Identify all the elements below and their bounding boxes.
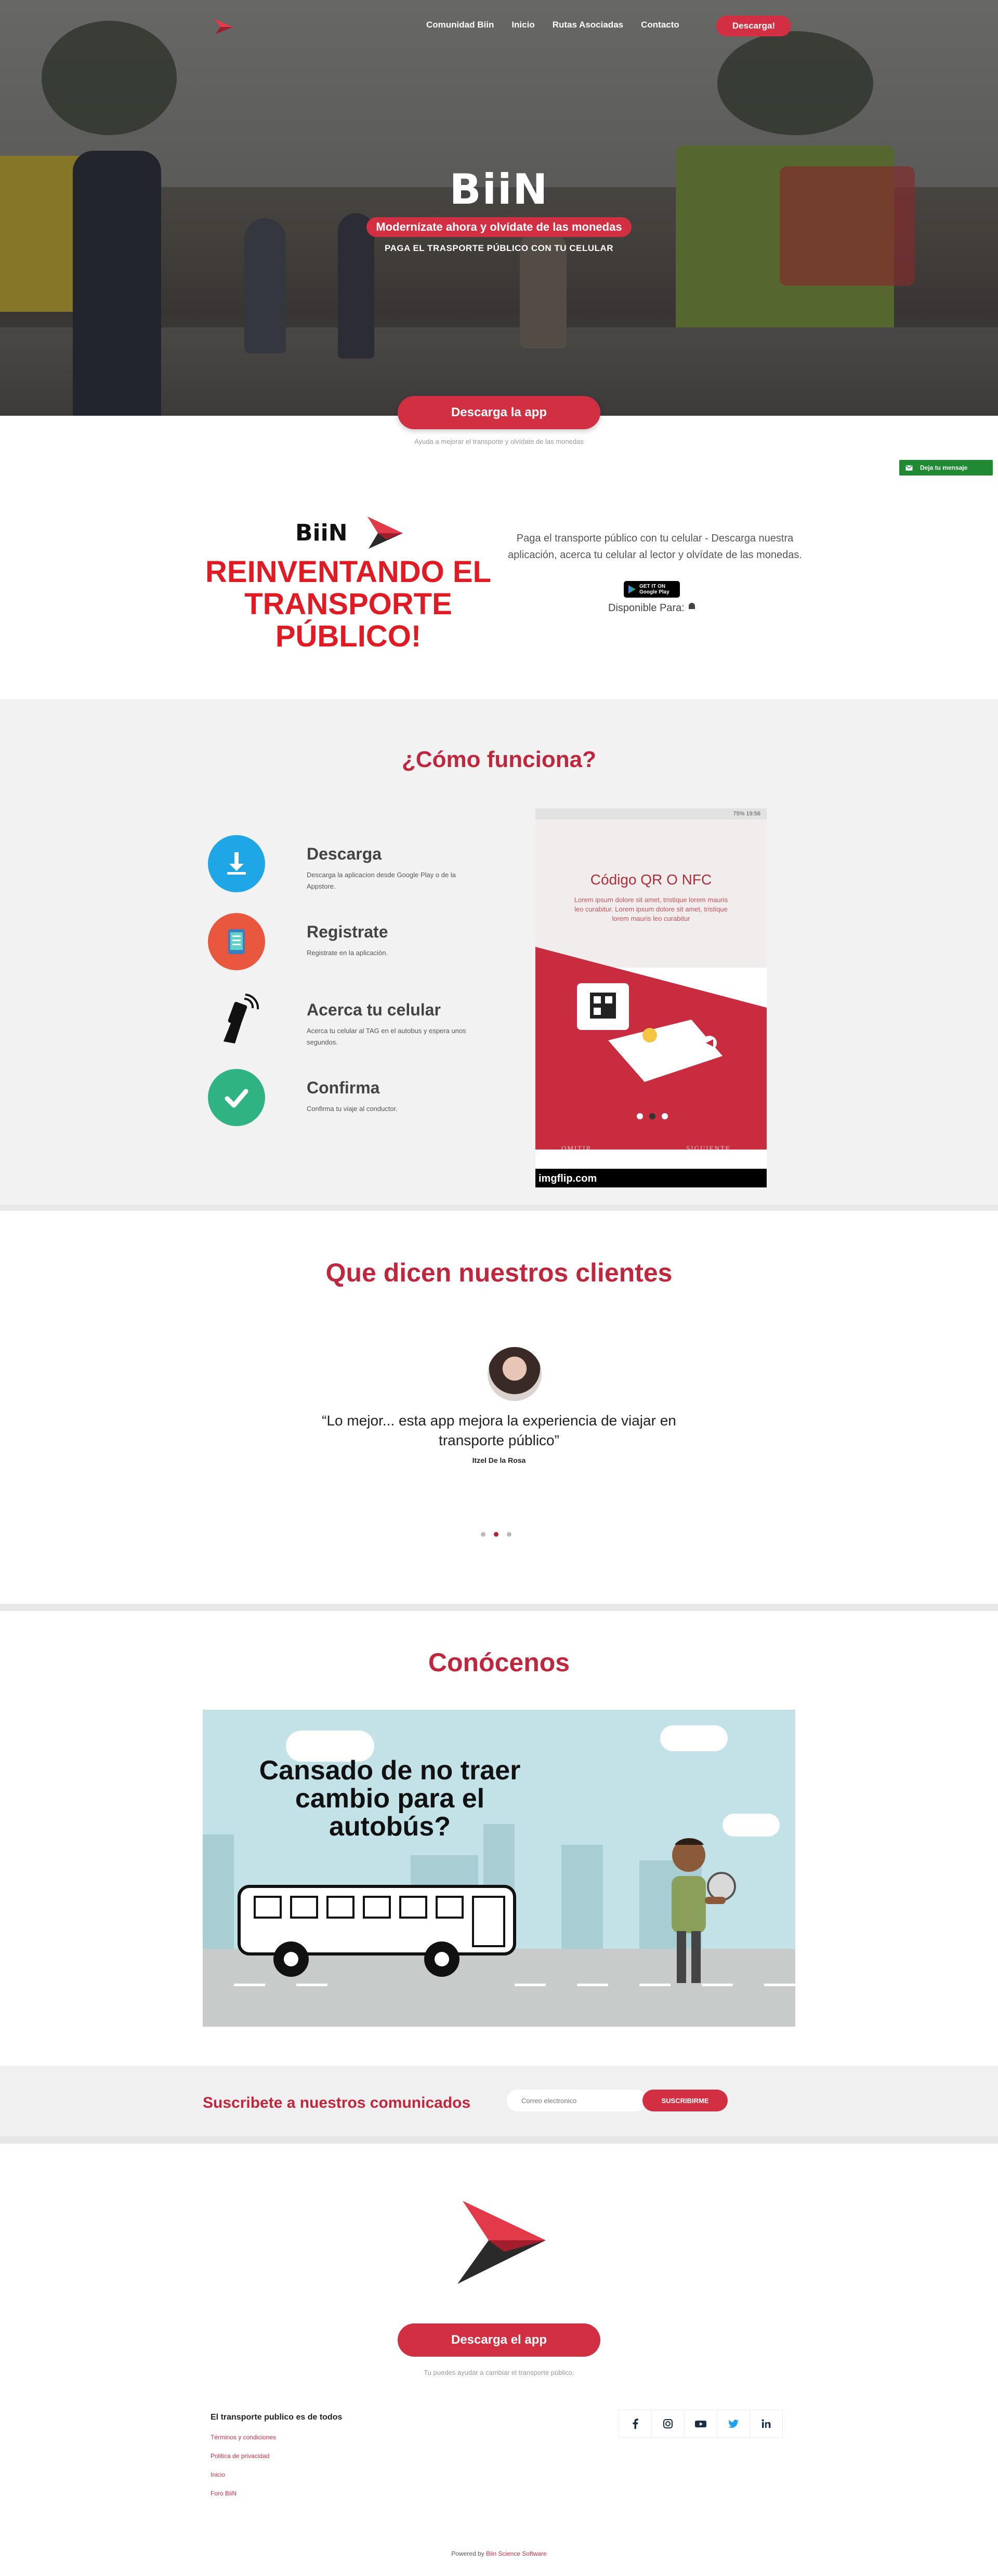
- footer-link-forum[interactable]: Foro BiiN: [211, 2490, 276, 2497]
- man-with-coin-illustration: [672, 1838, 736, 1983]
- nav-download-button[interactable]: Descarga!: [716, 16, 791, 36]
- phone-body: Lorem ipsum dolore sit amet, tristique l…: [574, 896, 728, 922]
- hero-section: Comunidad Biin Inicio Rutas Asociadas Co…: [0, 0, 998, 416]
- phone-status-bar: 75% 19:56: [535, 808, 767, 820]
- subscribe-button[interactable]: SUSCRIBIRME: [642, 2090, 728, 2111]
- envelope-icon: [905, 465, 913, 470]
- footer: Descarga el app Tu puedes ayudar a cambi…: [0, 2144, 998, 2559]
- google-play-icon: [628, 585, 636, 593]
- step-text: Acerca tu celular al TAG en el autobus y…: [307, 1027, 466, 1046]
- footer-note: Tu puedes ayudar a cambiar el transporte…: [424, 2369, 574, 2376]
- carousel-dot-active[interactable]: [494, 1532, 498, 1537]
- carousel-dots: [481, 1532, 511, 1537]
- clients-title: Que dicen nuestros clientes: [325, 1258, 673, 1287]
- hero-text: BiiN Modernízate ahora y olvídate de las…: [0, 166, 998, 254]
- step-title: Confirma: [307, 1078, 380, 1097]
- footer-link-terms[interactable]: Términos y condiciones: [211, 2434, 276, 2441]
- how-title: ¿Cómo funciona?: [402, 747, 596, 772]
- powered-by: Powered by Biin Science Software: [0, 2550, 998, 2557]
- download-app-button[interactable]: Descarga la app: [398, 396, 600, 429]
- available-label: Disponible Para:: [608, 602, 685, 614]
- nav-item-inicio[interactable]: Inicio: [511, 20, 534, 30]
- biin-arrow-icon: [367, 517, 403, 549]
- download-icon: [208, 835, 265, 892]
- step-register: Registrate Registrate en la aplicación.: [208, 913, 489, 975]
- linkedin-icon[interactable]: [750, 2410, 783, 2438]
- intro-description: Paga el transporte público con tu celula…: [508, 533, 802, 561]
- phone-next: SIGUIENTE: [686, 1144, 731, 1152]
- register-icon: [208, 913, 265, 970]
- video-headline: Cansado de no traer cambio para el autob…: [259, 1755, 521, 1842]
- step-text: Registrate en la aplicación.: [307, 949, 388, 957]
- subscribe-section: Suscribete a nuestros comunicados SUSCRI…: [0, 2066, 998, 2144]
- footer-link-privacy[interactable]: Politica de privacidad: [211, 2452, 276, 2460]
- hero-title: BiiN: [449, 165, 549, 214]
- footer-links: Términos y condiciones Politica de priva…: [211, 2434, 276, 2508]
- testimonial-author: Itzel De la Rosa: [472, 1456, 526, 1464]
- step-title: Registrate: [307, 922, 388, 941]
- instagram-icon[interactable]: [651, 2410, 685, 2438]
- how-it-works-section: ¿Cómo funciona? Descarga Descarga la apl…: [0, 699, 998, 1211]
- hero-subtitle: PAGA EL TRASPORTE PÚBLICO CON TU CELULAR: [385, 243, 613, 253]
- footer-download-button[interactable]: Descarga el app: [398, 2323, 600, 2357]
- phone-nav-bar: imgflip.com: [535, 1169, 767, 1187]
- google-play-badge[interactable]: GET IT ON Google Play: [624, 581, 680, 598]
- step-download: Descarga Descarga la aplicacion desde Go…: [208, 835, 489, 897]
- phone-title: Código QR O NFC: [590, 871, 712, 888]
- step-title: Acerca tu celular: [307, 1000, 441, 1019]
- nav-item-contacto[interactable]: Contacto: [641, 20, 679, 30]
- avatar: [488, 1347, 542, 1401]
- carousel-dot[interactable]: [507, 1532, 511, 1537]
- leave-message-button[interactable]: Deja tu mensaje: [899, 460, 993, 475]
- google-play-label: Google Play: [639, 589, 669, 595]
- footer-heading: El transporte publico es de todos: [211, 2413, 343, 2422]
- email-input[interactable]: [507, 2090, 647, 2111]
- subscribe-title: Suscribete a nuestros comunicados: [203, 2094, 471, 2111]
- phone-dots: [637, 1113, 668, 1119]
- available-for: Disponible Para:: [608, 602, 697, 614]
- footer-link-home[interactable]: Inicio: [211, 2471, 276, 2478]
- youtube-icon[interactable]: [684, 2410, 717, 2438]
- hero-tagline: Modernízate ahora y olvídate de las mone…: [366, 217, 632, 237]
- app-preview-gif: 75% 19:56 Código QR O NFC Lorem ipsum do…: [535, 808, 767, 1187]
- nav-menu: Comunidad Biin Inicio Rutas Asociadas Co…: [426, 20, 697, 30]
- powered-prefix: Powered by: [451, 2550, 484, 2557]
- biin-large-logo-icon: [457, 2201, 546, 2284]
- twitter-icon[interactable]: [717, 2410, 750, 2438]
- intro-brand: BiiN: [295, 514, 405, 551]
- nav-item-comunidad[interactable]: Comunidad Biin: [426, 20, 494, 30]
- brand-name: BiiN: [295, 519, 348, 546]
- bus-illustration: [238, 1885, 516, 1977]
- about-video[interactable]: Cansado de no traer cambio para el autob…: [203, 1710, 795, 2027]
- step-title: Descarga: [307, 844, 382, 863]
- nav-item-rutas[interactable]: Rutas Asociadas: [553, 20, 623, 30]
- intro-headline: REINVENTANDO EL TRANSPORTE PÚBLICO!: [205, 555, 491, 653]
- phone-skip: OMITIR: [561, 1144, 592, 1152]
- leave-message-label: Deja tu mensaje: [920, 464, 968, 471]
- top-nav: Comunidad Biin Inicio Rutas Asociadas Co…: [0, 0, 998, 52]
- google-play-top: GET IT ON: [639, 584, 665, 589]
- check-icon: [208, 1069, 265, 1126]
- cta-area: Descarga la app Ayuda a mejorar el trans…: [0, 396, 998, 473]
- step-tap-phone: Acerca tu celular Acerca tu celular al T…: [208, 991, 489, 1053]
- nfc-hand-icon: [208, 991, 265, 1048]
- step-text: Descarga la aplicacion desde Google Play…: [307, 871, 456, 890]
- about-title: Conócenos: [428, 1648, 570, 1677]
- about-section: Conócenos Cansado de no traer cambio par…: [0, 1611, 998, 2066]
- qr-phone-illustration: [577, 983, 723, 1082]
- powered-link[interactable]: Biin Science Software: [486, 2550, 547, 2557]
- imgflip-watermark: imgflip.com: [539, 1173, 597, 1184]
- testimonials-section: Que dicen nuestros clientes “Lo mejor...…: [0, 1211, 998, 1611]
- android-icon: [689, 603, 695, 609]
- cta-note: Ayuda a mejorar el transporte y olvídate…: [414, 438, 584, 445]
- step-confirm: Confirma Confirma tu viaje al conductor.: [208, 1069, 489, 1131]
- biin-logo-icon[interactable]: [212, 15, 235, 37]
- step-text: Confirma tu viaje al conductor.: [307, 1105, 398, 1113]
- intro-section: BiiN REINVENTANDO EL TRANSPORTE PÚBLICO!…: [0, 473, 998, 699]
- social-links: [619, 2410, 783, 2438]
- testimonial-quote: “Lo mejor... esta app mejora la experien…: [322, 1412, 676, 1448]
- facebook-icon[interactable]: [619, 2410, 652, 2438]
- carousel-dot[interactable]: [481, 1532, 485, 1537]
